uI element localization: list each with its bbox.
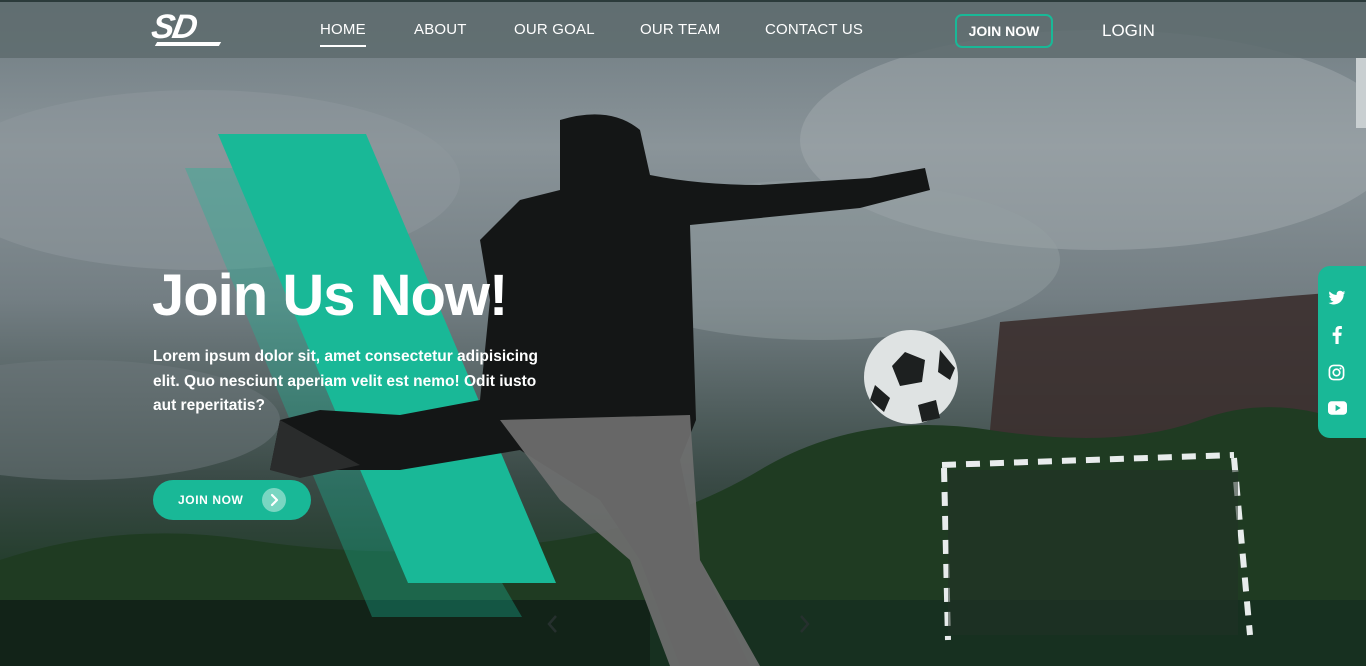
twitter-icon[interactable] <box>1328 290 1346 311</box>
chevron-right-circle-icon <box>262 488 286 512</box>
nav-link-home[interactable]: HOME <box>320 21 366 38</box>
hero-join-now-label: JOIN NOW <box>178 493 244 507</box>
page-edge <box>1356 58 1366 128</box>
nav-link-contact-us[interactable]: CONTACT US <box>765 21 863 38</box>
facebook-icon[interactable] <box>1331 326 1343 349</box>
join-now-button[interactable]: JOIN NOW <box>955 14 1053 48</box>
chevron-right-icon[interactable] <box>796 612 812 641</box>
hero-background-image <box>0 30 1366 666</box>
instagram-icon[interactable] <box>1328 364 1345 386</box>
nav-link-about[interactable]: ABOUT <box>414 21 467 38</box>
logo-stripe <box>154 42 222 46</box>
nav-link-our-goal[interactable]: OUR GOAL <box>514 21 595 38</box>
chevron-left-icon[interactable] <box>545 612 561 641</box>
top-navbar: SD HOME ABOUT OUR GOAL OUR TEAM CONTACT … <box>0 0 1366 58</box>
hero-description: Lorem ipsum dolor sit, amet consectetur … <box>153 348 538 414</box>
active-nav-underline <box>320 45 366 47</box>
hero-join-now-button[interactable]: JOIN NOW <box>153 480 311 520</box>
nav-link-our-team[interactable]: OUR TEAM <box>640 21 721 38</box>
brand-logo-text: SD <box>148 8 199 46</box>
social-sidebar <box>1318 266 1366 438</box>
youtube-icon[interactable] <box>1328 401 1347 420</box>
hero-section <box>0 0 1366 666</box>
login-link[interactable]: LOGIN <box>1102 21 1155 41</box>
hero-title: Join Us Now! <box>152 263 508 328</box>
